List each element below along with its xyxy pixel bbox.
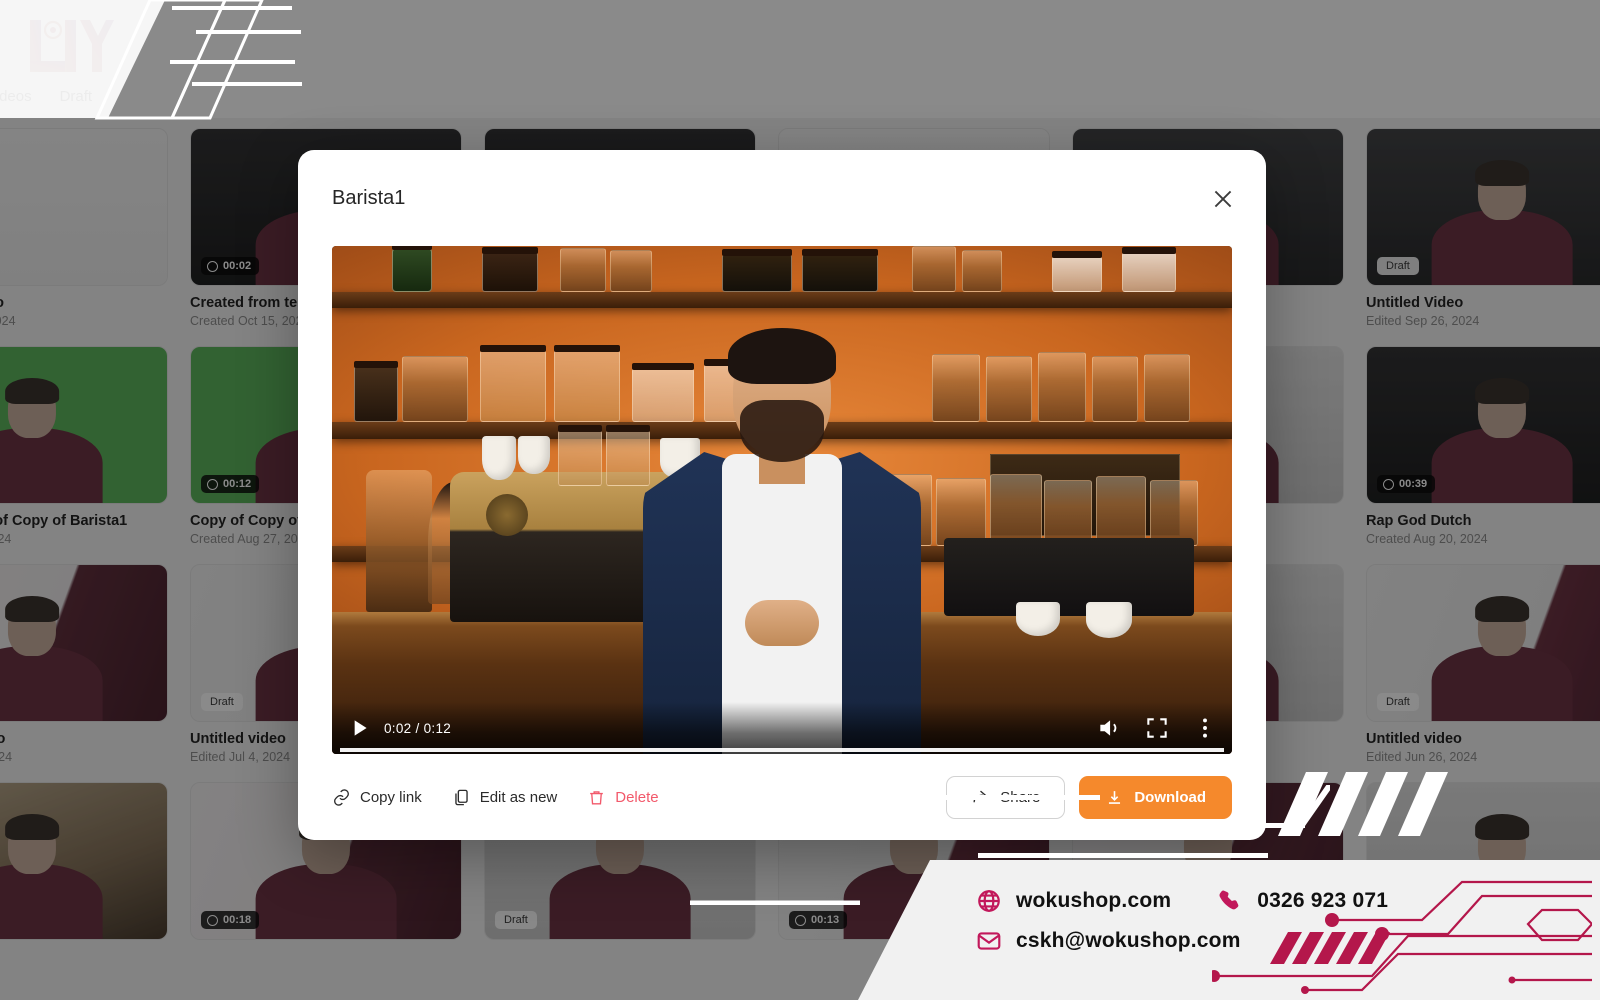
edit-as-new-label: Edit as new (479, 788, 558, 806)
video-detail-modal: Barista1 0:02 / 0:12 Copy link Edit as n… (298, 150, 1266, 840)
download-button[interactable]: Download (1079, 775, 1232, 819)
video-frame (332, 246, 1232, 754)
delete-label: Delete (615, 788, 659, 806)
close-icon[interactable] (1210, 186, 1236, 212)
trash-icon (590, 790, 604, 805)
contact-website[interactable]: wokushop.com (976, 888, 1171, 914)
video-controls: 0:02 / 0:12 (332, 702, 1232, 754)
share-icon (973, 790, 987, 802)
phone-icon (1219, 890, 1239, 910)
volume-icon[interactable] (1096, 715, 1122, 741)
play-icon[interactable] (346, 715, 372, 741)
duplicate-icon (454, 789, 468, 805)
email-text: cskh@wokushop.com (1016, 929, 1241, 952)
copy-link-label: Copy link (360, 788, 422, 806)
contact-phone[interactable]: 0326 923 071 (1217, 888, 1388, 914)
link-icon (334, 788, 349, 806)
video-player[interactable]: 0:02 / 0:12 (332, 246, 1232, 754)
modal-header: Barista1 (298, 150, 1266, 246)
contact-footer: wokushop.com 0326 923 071 cskh@wokushop.… (858, 860, 1600, 1000)
download-label: Download (1134, 788, 1206, 806)
edit-as-new-button[interactable]: Edit as new (452, 788, 558, 807)
contact-info: wokushop.com 0326 923 071 cskh@wokushop.… (976, 888, 1388, 954)
modal-title: Barista1 (332, 186, 406, 209)
modal-footer: Copy link Edit as new Delete Share Downl… (298, 754, 1266, 840)
contact-email[interactable]: cskh@wokushop.com (976, 928, 1241, 954)
counter-appliance (944, 538, 1194, 616)
more-options-icon[interactable] (1192, 715, 1218, 741)
video-progress-bar[interactable] (340, 748, 1224, 752)
website-text: wokushop.com (1016, 889, 1172, 912)
video-time: 0:02 / 0:12 (384, 720, 452, 736)
delete-button[interactable]: Delete (587, 788, 659, 807)
phone-text: 0326 923 071 (1257, 889, 1389, 912)
envelope-icon (977, 932, 1001, 950)
share-label: Share (1000, 788, 1041, 806)
share-button[interactable]: Share (946, 775, 1066, 819)
copy-link-button[interactable]: Copy link (332, 788, 422, 807)
fullscreen-icon[interactable] (1144, 715, 1170, 741)
download-icon (1109, 790, 1121, 804)
globe-icon (978, 890, 1000, 912)
presenter-avatar (632, 328, 932, 754)
